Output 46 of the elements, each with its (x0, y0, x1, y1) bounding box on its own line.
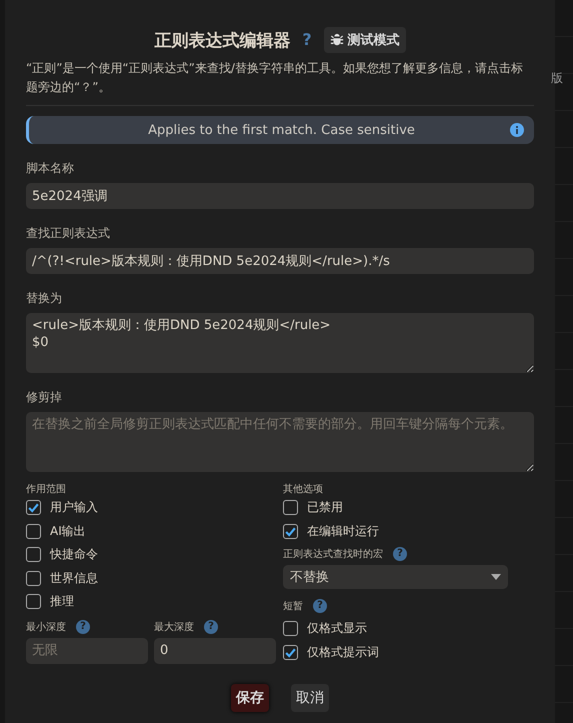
caret-icon (491, 574, 501, 580)
checkbox-option[interactable]: 世界信息 (26, 566, 283, 590)
field-label: 查找正则表达式 (26, 225, 111, 242)
max-depth-field[interactable]: 0 (154, 638, 276, 664)
section-label: 作用范围 (26, 482, 67, 496)
help-button[interactable]: ? (302, 33, 312, 47)
save-button[interactable]: 保存 (231, 684, 269, 712)
min-depth-field[interactable]: 无限 (26, 638, 148, 664)
field-label: 替换为 (26, 290, 63, 307)
trim-field[interactable]: 在替换之前全局修剪正则表达式匹配中任何不需要的部分。用回车键分隔每个元素。 (26, 412, 534, 472)
find-regex-field[interactable]: /^(?!<rule>版本规则：使用DND 5e2024规则</rule>).*/s (26, 248, 534, 274)
checkbox[interactable] (26, 594, 41, 610)
section-label: 短暂 (283, 600, 303, 613)
field-label: 脚本名称 (26, 160, 75, 177)
test-mode-button[interactable]: 测试模式 (324, 27, 406, 53)
checkbox-option[interactable]: 已禁用 (283, 496, 523, 520)
checkbox-option[interactable]: 仅格式提示词 (283, 640, 523, 664)
description-text: “正则”是一个使用“正则表达式”来查找/替换字符串的工具。如果您想了解更多信息，请点击标题旁边的“？”。 (26, 60, 524, 96)
checkbox[interactable] (26, 570, 41, 586)
checkbox-option[interactable]: 快捷命令 (26, 543, 283, 566)
info-icon (510, 123, 524, 137)
banner-text: Applies to the first match. Case sensitive (148, 122, 415, 138)
macro-dropdown[interactable]: 不替换 (283, 565, 508, 589)
cancel-button[interactable]: 取消 (291, 684, 329, 712)
checkbox[interactable] (283, 644, 298, 660)
checkbox[interactable] (283, 524, 298, 539)
dialog-title: 正则表达式编辑器 (154, 30, 290, 52)
checkbox-option[interactable]: 在编辑时运行 (283, 520, 523, 543)
script-name-field[interactable]: 5e2024强调 (26, 183, 534, 209)
background-text: 版 (551, 70, 563, 87)
field-label: 修剪掉 (26, 389, 63, 406)
bug-icon (330, 33, 344, 47)
checkbox[interactable] (283, 621, 298, 636)
field-label: 正则表达式查找时的宏 (283, 548, 383, 561)
field-label: 最小深度 (26, 620, 66, 634)
checkbox-option[interactable]: 用户输入 (26, 496, 283, 520)
checkbox[interactable] (26, 547, 41, 562)
field-label: 最大深度 (154, 620, 194, 634)
checkbox[interactable] (283, 500, 298, 516)
checkbox[interactable] (26, 524, 41, 539)
checkbox-option[interactable]: 推理 (26, 590, 283, 614)
checkbox-option[interactable]: 仅格式显示 (283, 617, 523, 640)
replace-field[interactable]: <rule>版本规则：使用DND 5e2024规则</rule> $0 (26, 313, 534, 373)
checkbox-option[interactable]: AI输出 (26, 520, 283, 543)
section-label: 其他选项 (283, 482, 324, 496)
checkbox[interactable] (26, 500, 41, 516)
